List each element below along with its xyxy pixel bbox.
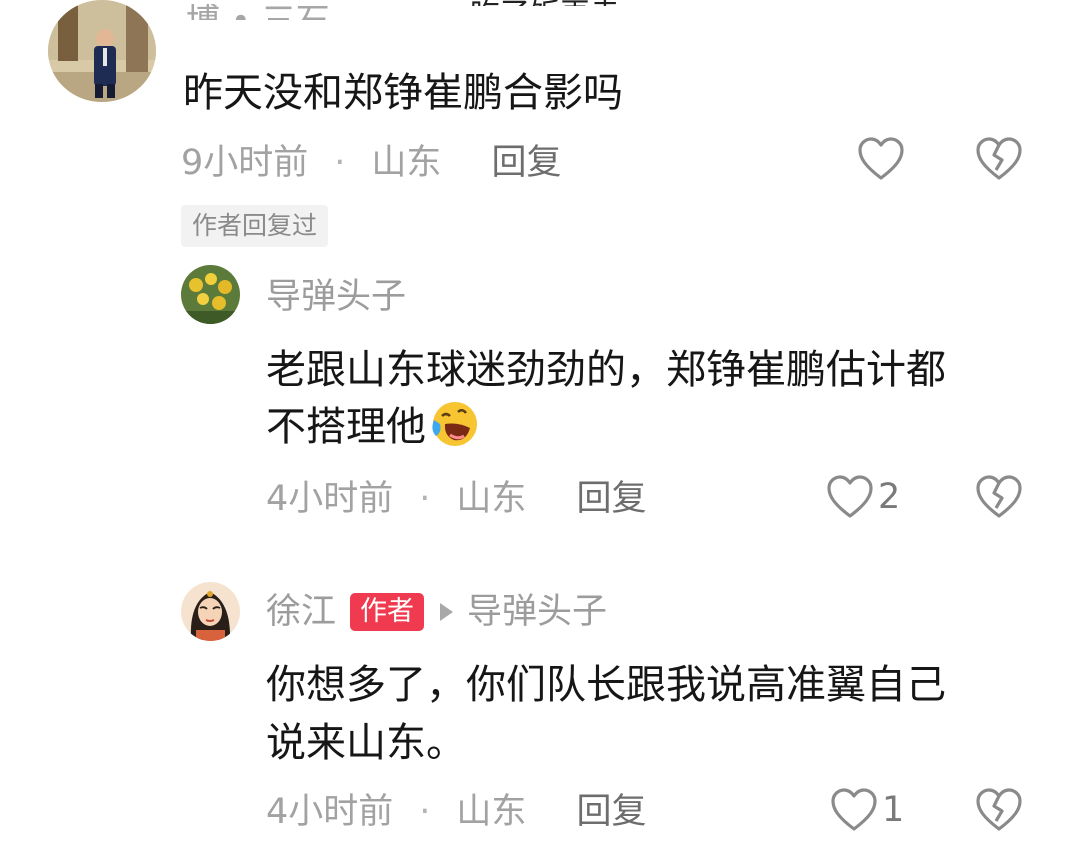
- dislike-button[interactable]: [975, 474, 1023, 520]
- comment-text: 昨天没和郑铮崔鹏合影吗: [183, 70, 623, 116]
- author-badge: 作者: [350, 593, 425, 631]
- dislike-button[interactable]: [975, 787, 1023, 833]
- reply-arrow-icon: [440, 603, 454, 621]
- broken-heart-icon: [976, 137, 1022, 180]
- heart-icon: [827, 475, 873, 518]
- author-replied-tag: 作者回复过: [181, 205, 329, 247]
- avatar[interactable]: [181, 265, 240, 324]
- comment-time: 9小时前: [181, 143, 309, 183]
- comment-text: 不搭理他: [266, 396, 480, 458]
- like-count: 2: [878, 477, 901, 517]
- heart-icon: [831, 788, 877, 831]
- comment-time: 4小时前: [266, 792, 394, 832]
- username[interactable]: 徐江: [266, 592, 336, 632]
- avatar[interactable]: [48, 0, 156, 102]
- like-count: 1: [882, 790, 905, 830]
- comment-meta: 4小时前 · 山东 回复: [266, 792, 646, 832]
- broken-heart-icon: [976, 475, 1022, 518]
- comment-location: 山东: [371, 143, 442, 183]
- comment-meta: 4小时前 · 山东 回复: [266, 479, 646, 519]
- comment-text-line: 不搭理他: [266, 404, 426, 450]
- comment-meta: 9小时前 · 山东 回复: [181, 143, 561, 183]
- comment-text: 你想多了，你们队长跟我说高准翼自己: [266, 654, 946, 716]
- avatar-photo-man: [48, 0, 156, 102]
- broken-heart-icon: [976, 788, 1022, 831]
- comment-text-line: 你想多了，你们队长跟我说高准翼自己: [266, 662, 946, 708]
- comment-text-line: 说来山东。: [266, 720, 466, 766]
- avatar-flowers: [181, 265, 240, 324]
- like-button[interactable]: 2: [826, 474, 900, 520]
- reply-button[interactable]: 回复: [576, 792, 646, 832]
- like-button[interactable]: 1: [830, 787, 904, 833]
- username-partial[interactable]: 博 • 三石: [186, 4, 330, 20]
- comment-thread: 吃了饭再走 博 • 三石 昨天没和郑铮崔鹏合影吗 9小时前 · 山东 回复: [0, 0, 1080, 865]
- comment-text-line: 老跟山东球迷劲劲的，郑铮崔鹏估计都: [266, 347, 946, 393]
- avatar-cartoon-woman: [181, 582, 240, 641]
- avatar[interactable]: [181, 582, 240, 641]
- header-partial-text: 吃了饭再走: [470, 0, 620, 6]
- comment-text: 老跟山东球迷劲劲的，郑铮崔鹏估计都: [266, 339, 946, 401]
- reply-to-username[interactable]: 导弹头子: [467, 592, 607, 632]
- like-button[interactable]: [857, 136, 905, 182]
- meta-separator: ·: [334, 143, 346, 183]
- username[interactable]: 导弹头子: [266, 277, 406, 317]
- comment-text: 说来山东。: [266, 712, 466, 774]
- comment-location: 山东: [456, 792, 527, 832]
- comment-location: 山东: [456, 479, 527, 519]
- comment-header: 徐江 作者 导弹头子: [266, 592, 607, 632]
- laughing-tears-emoji: [432, 402, 477, 446]
- heart-icon: [858, 137, 904, 180]
- dislike-button[interactable]: [975, 136, 1023, 182]
- reply-button[interactable]: 回复: [576, 479, 646, 519]
- comment-time: 4小时前: [266, 479, 394, 519]
- meta-separator: ·: [419, 792, 431, 832]
- meta-separator: ·: [419, 479, 431, 519]
- reply-button[interactable]: 回复: [491, 143, 561, 183]
